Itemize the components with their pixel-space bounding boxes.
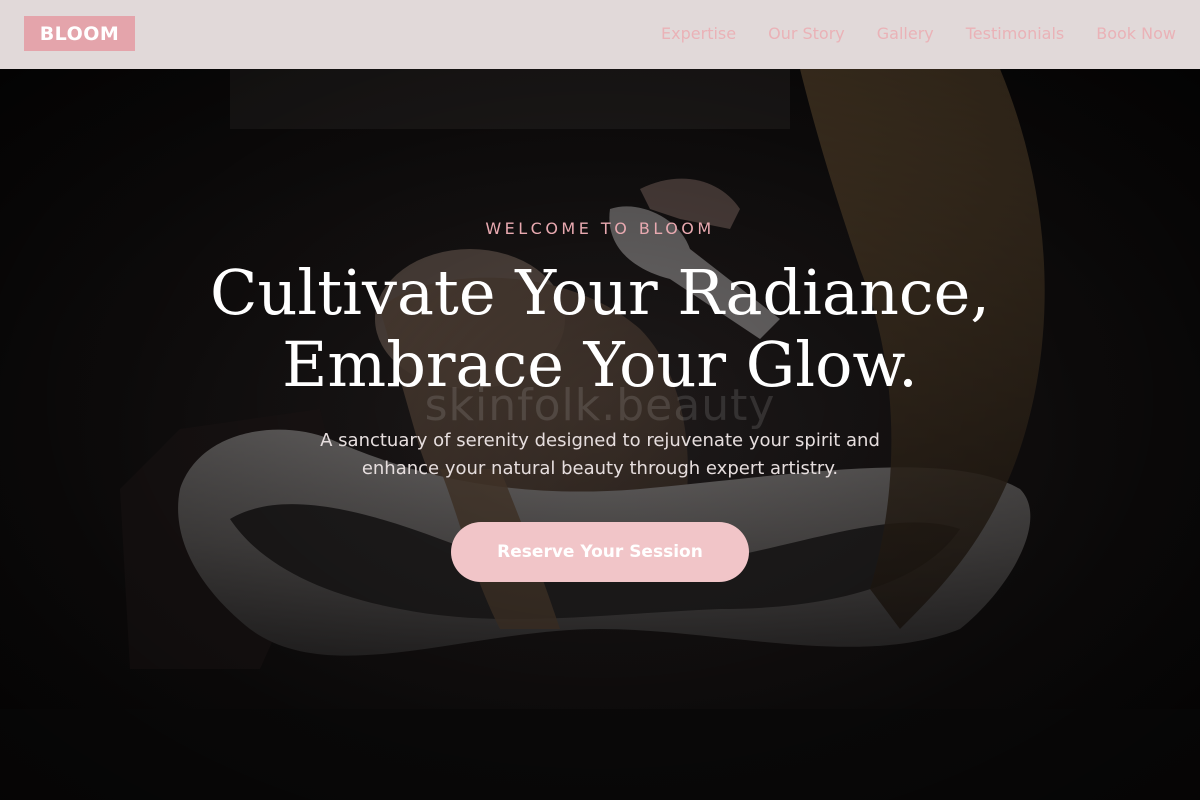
- site-header: BLOOM Expertise Our Story Gallery Testim…: [0, 0, 1200, 69]
- nav-link-gallery[interactable]: Gallery: [877, 24, 934, 43]
- hero-section: WELCOME TO BLOOM Cultivate Your Radiance…: [0, 69, 1200, 800]
- hero-eyebrow: WELCOME TO BLOOM: [485, 219, 715, 238]
- hero-subtitle-line-2: enhance your natural beauty through expe…: [361, 458, 839, 479]
- reserve-session-button[interactable]: Reserve Your Session: [451, 522, 749, 582]
- brand-logo[interactable]: BLOOM: [24, 16, 135, 51]
- nav-link-book-now[interactable]: Book Now: [1096, 24, 1176, 43]
- nav-link-expertise[interactable]: Expertise: [661, 24, 736, 43]
- nav-link-testimonials[interactable]: Testimonials: [966, 24, 1065, 43]
- nav-link-our-story[interactable]: Our Story: [768, 24, 845, 43]
- hero-subtitle: A sanctuary of serenity designed to reju…: [280, 427, 920, 483]
- main-nav: Expertise Our Story Gallery Testimonials…: [661, 0, 1176, 67]
- image-watermark: skinfolk.beauty: [424, 380, 776, 431]
- hero-headline-line-1: Cultivate Your Radiance,: [210, 256, 990, 329]
- hero-subtitle-line-1: A sanctuary of serenity designed to reju…: [320, 430, 880, 451]
